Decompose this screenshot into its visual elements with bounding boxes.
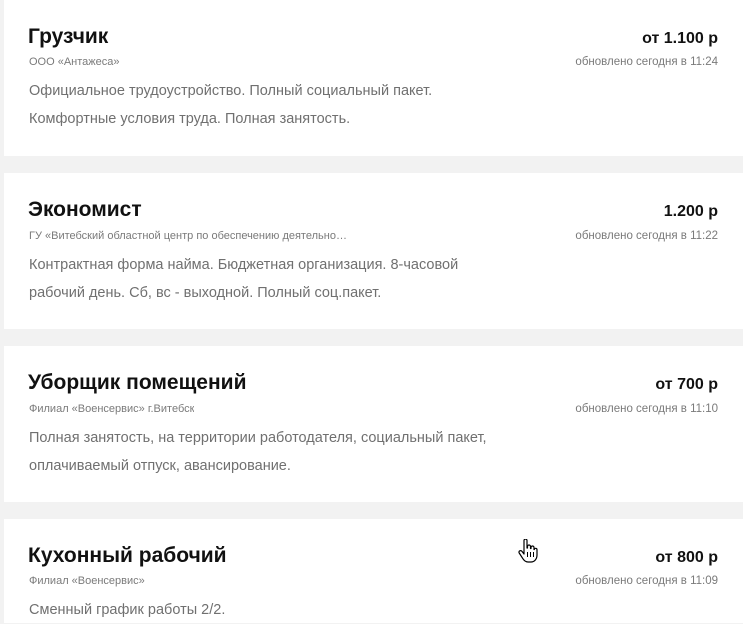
vacancy-company: ООО «Антажеса» (29, 56, 120, 68)
hand-pointer-icon (518, 538, 538, 563)
vacancy-salary: от 1.100 р (642, 30, 718, 47)
vacancy-description: Полная занятость, на территории работода… (29, 430, 487, 474)
vacancy-updated: обновлено сегодня в 11:22 (575, 230, 718, 242)
vacancy-updated: обновлено сегодня в 11:09 (575, 575, 718, 587)
vacancy-company: ГУ «Витебский областной центр по обеспеч… (29, 230, 347, 242)
vacancy-company: Филиал «Военсервис» (29, 575, 145, 587)
vacancy-company: Филиал «Военсервис» г.Витебск (29, 403, 195, 415)
vacancy-title[interactable]: Кухонный рабочий (28, 544, 227, 568)
vacancy-card[interactable]: Экономист 1.200 р ГУ «Витебский областно… (4, 173, 743, 329)
vacancy-card[interactable]: Кухонный рабочий от 800 р Филиал «Военсе… (4, 519, 743, 623)
vacancy-salary: 1.200 р (663, 203, 718, 220)
vacancy-title[interactable]: Уборщик помещений (28, 371, 247, 395)
vacancy-title[interactable]: Грузчик (28, 25, 108, 49)
vacancy-description: Официальное трудоустройство. Полный соци… (29, 83, 433, 127)
vacancy-card[interactable]: Грузчик от 1.100 р ООО «Антажеса» обновл… (4, 0, 743, 156)
vacancy-description: Сменный график работы 2/2. (29, 602, 226, 618)
vacancy-updated: обновлено сегодня в 11:10 (575, 403, 718, 415)
vacancy-salary: от 700 р (655, 376, 718, 393)
vacancy-salary: от 800 р (655, 549, 718, 566)
vacancy-updated: обновлено сегодня в 11:24 (575, 56, 718, 68)
vacancy-card[interactable]: Уборщик помещений от 700 р Филиал «Военс… (4, 346, 743, 502)
vacancy-description: Контрактная форма найма. Бюджетная орган… (29, 257, 459, 301)
vacancy-title[interactable]: Экономист (28, 198, 142, 222)
